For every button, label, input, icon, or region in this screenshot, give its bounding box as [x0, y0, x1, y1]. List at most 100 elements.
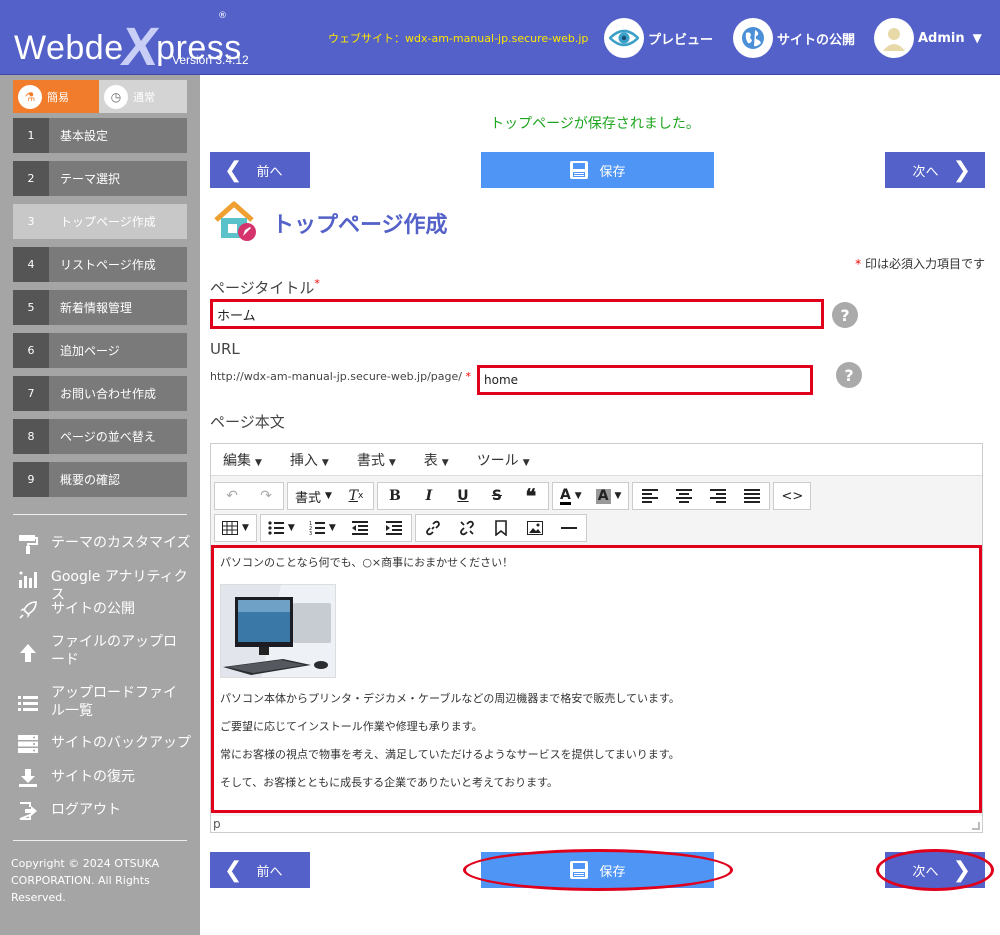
menu-insert[interactable]: 挿入 ▼	[290, 450, 329, 470]
source-code-icon[interactable]: <>	[774, 483, 810, 509]
editor-menubar: 編集 ▼ 挿入 ▼ 書式 ▼ 表 ▼ ツール ▼	[211, 444, 982, 476]
menu-edit[interactable]: 編集 ▼	[223, 450, 262, 470]
app-header: WebdeXpress ® Version 3.4.12 ウェブサイト：wdx-…	[0, 0, 1000, 77]
url-help-icon[interactable]: ?	[836, 362, 862, 388]
redo-icon[interactable]: ↷	[249, 483, 283, 509]
mode-easy-tab[interactable]: ⚗ 簡易	[13, 80, 99, 113]
paint-roller-icon	[17, 534, 39, 554]
version-label: Version 3.4.12	[172, 53, 249, 67]
sidebar-tool-google-analytics[interactable]: Google アナリティクス	[17, 568, 197, 604]
mode-normal-tab[interactable]: ◷ 通常	[99, 80, 187, 113]
next-button-bottom[interactable]: 次へ ❯	[885, 852, 985, 888]
server-icon	[17, 734, 39, 754]
menu-format[interactable]: 書式 ▼	[357, 450, 396, 470]
sidebar-divider	[13, 514, 187, 515]
menu-table[interactable]: 表 ▼	[424, 450, 449, 470]
url-slug-input[interactable]: home	[477, 365, 813, 395]
menu-tools[interactable]: ツール ▼	[477, 450, 530, 470]
bullet-list-icon[interactable]: ▼	[261, 515, 302, 541]
content-paragraph: パソコンのことなら何でも、○×商事におまかせください！	[220, 556, 514, 569]
clear-format-icon[interactable]: Tx	[339, 483, 373, 509]
chevron-left-icon: ❮	[224, 157, 243, 183]
resize-handle-icon[interactable]	[972, 822, 980, 830]
save-icon	[569, 160, 589, 180]
indent-icon[interactable]	[377, 515, 411, 541]
page-body-label: ページ本文	[210, 413, 285, 431]
align-left-icon[interactable]	[633, 483, 667, 509]
chevron-left-icon: ❮	[224, 857, 243, 883]
editor-toolbar-row-2: ▼ ▼ 1 2 3 ▼	[214, 514, 590, 544]
sidebar-tool-file-upload[interactable]: ファイルのアップロード	[17, 633, 187, 669]
rocket-icon	[17, 600, 39, 620]
save-icon	[569, 860, 589, 880]
content-paragraph: 常にお客様の視点で物事を考え、満足していただけるようなサービスを提供してまいりま…	[220, 748, 680, 761]
unlink-icon[interactable]	[450, 515, 484, 541]
page-heading: トップページ作成	[212, 200, 448, 246]
page-title-help-icon[interactable]: ?	[832, 302, 858, 328]
sidebar-step-5[interactable]: 5 新着情報管理	[13, 290, 187, 325]
rich-text-editor: 編集 ▼ 挿入 ▼ 書式 ▼ 表 ▼ ツール ▼ ↶ ↷ 書式 ▼ Tx B I U S ❝…	[210, 443, 983, 833]
blockquote-icon[interactable]: ❝	[514, 483, 548, 509]
background-color-icon[interactable]: A ▼	[589, 483, 629, 509]
bar-chart-icon	[17, 568, 39, 588]
sidebar-tool-logout[interactable]: ログアウト	[17, 801, 197, 821]
sidebar-step-6[interactable]: 6 追加ページ	[13, 333, 187, 368]
chevron-right-icon: ❯	[952, 857, 971, 883]
format-dropdown[interactable]: 書式 ▼	[288, 483, 339, 509]
chevron-right-icon: ❯	[952, 157, 971, 183]
home-edit-icon	[212, 200, 258, 246]
preview-button[interactable]: プレビュー	[604, 18, 713, 58]
easy-mode-icon: ⚗	[18, 84, 42, 109]
admin-menu[interactable]: Admin ▼	[874, 18, 982, 58]
prev-button-top[interactable]: ❮ 前へ	[210, 152, 310, 188]
registered-mark: ®	[218, 11, 227, 21]
image-icon[interactable]	[518, 515, 552, 541]
align-justify-icon[interactable]	[735, 483, 769, 509]
globe-icon	[733, 18, 773, 58]
website-url[interactable]: ウェブサイト：wdx-am-manual-jp.secure-web.jp	[328, 30, 588, 46]
sidebar-step-8[interactable]: 8 ページの並べ替え	[13, 419, 187, 454]
sidebar-tool-publish[interactable]: サイトの公開	[17, 600, 197, 620]
prev-button-bottom[interactable]: ❮ 前へ	[210, 852, 310, 888]
align-right-icon[interactable]	[701, 483, 735, 509]
page-title-input[interactable]: ホーム	[210, 299, 824, 329]
sidebar-tool-theme-customize[interactable]: テーマのカスタマイズ	[17, 534, 197, 554]
editor-toolbar-row-1: ↶ ↷ 書式 ▼ Tx B I U S ❝ A ▼ A ▼ <>	[214, 482, 814, 512]
gauge-icon: ◷	[104, 84, 128, 109]
text-color-icon[interactable]: A ▼	[553, 483, 589, 509]
pc-image[interactable]	[220, 584, 336, 678]
required-note: * 印は必須入力項目です	[855, 257, 985, 271]
sidebar-step-3[interactable]: 3 トップページ作成	[13, 204, 187, 239]
sidebar-step-9[interactable]: 9 概要の確認	[13, 462, 187, 497]
element-path[interactable]: p	[213, 817, 221, 831]
sidebar-step-4[interactable]: 4 リストページ作成	[13, 247, 187, 282]
url-prefix: http://wdx-am-manual-jp.secure-web.jp/pa…	[210, 370, 471, 383]
bold-icon[interactable]: B	[378, 483, 412, 509]
numbered-list-icon[interactable]: 1 2 3 ▼	[302, 515, 343, 541]
publish-button[interactable]: サイトの公開	[733, 18, 855, 58]
sidebar-tool-restore[interactable]: サイトの復元	[17, 768, 197, 788]
italic-icon[interactable]: I	[412, 483, 446, 509]
sidebar-tool-backup[interactable]: サイトのバックアップ	[17, 734, 197, 754]
sidebar-step-2[interactable]: 2 テーマ選択	[13, 161, 187, 196]
sidebar-step-7[interactable]: 7 お問い合わせ作成	[13, 376, 187, 411]
preview-label: プレビュー	[648, 32, 714, 48]
save-button-top[interactable]: 保存	[481, 152, 714, 188]
content-paragraph: ご要望に応じてインストール作業や修理も承ります。	[220, 720, 483, 733]
horizontal-rule-icon[interactable]	[552, 515, 586, 541]
underline-icon[interactable]: U	[446, 483, 480, 509]
table-icon[interactable]: ▼	[215, 515, 256, 541]
editor-content-area[interactable]: パソコンのことなら何でも、○×商事におまかせください！ パソコン本体からプリンタ…	[211, 545, 982, 813]
save-success-message: トップページが保存されました。	[490, 116, 700, 132]
undo-icon[interactable]: ↶	[215, 483, 249, 509]
next-button-top[interactable]: 次へ ❯	[885, 152, 985, 188]
align-center-icon[interactable]	[667, 483, 701, 509]
sidebar-step-1[interactable]: 1 基本設定	[13, 118, 187, 153]
sidebar-tool-uploaded-files[interactable]: アップロードファイル一覧	[17, 684, 187, 720]
link-icon[interactable]	[416, 515, 450, 541]
strikethrough-icon[interactable]: S	[480, 483, 514, 509]
sidebar: ⚗ 簡易 ◷ 通常 1 基本設定 2 テーマ選択 3 トップページ作成 4 リストページ…	[0, 75, 200, 935]
save-button-bottom[interactable]: 保存	[481, 852, 714, 888]
outdent-icon[interactable]	[343, 515, 377, 541]
bookmark-icon[interactable]	[484, 515, 518, 541]
